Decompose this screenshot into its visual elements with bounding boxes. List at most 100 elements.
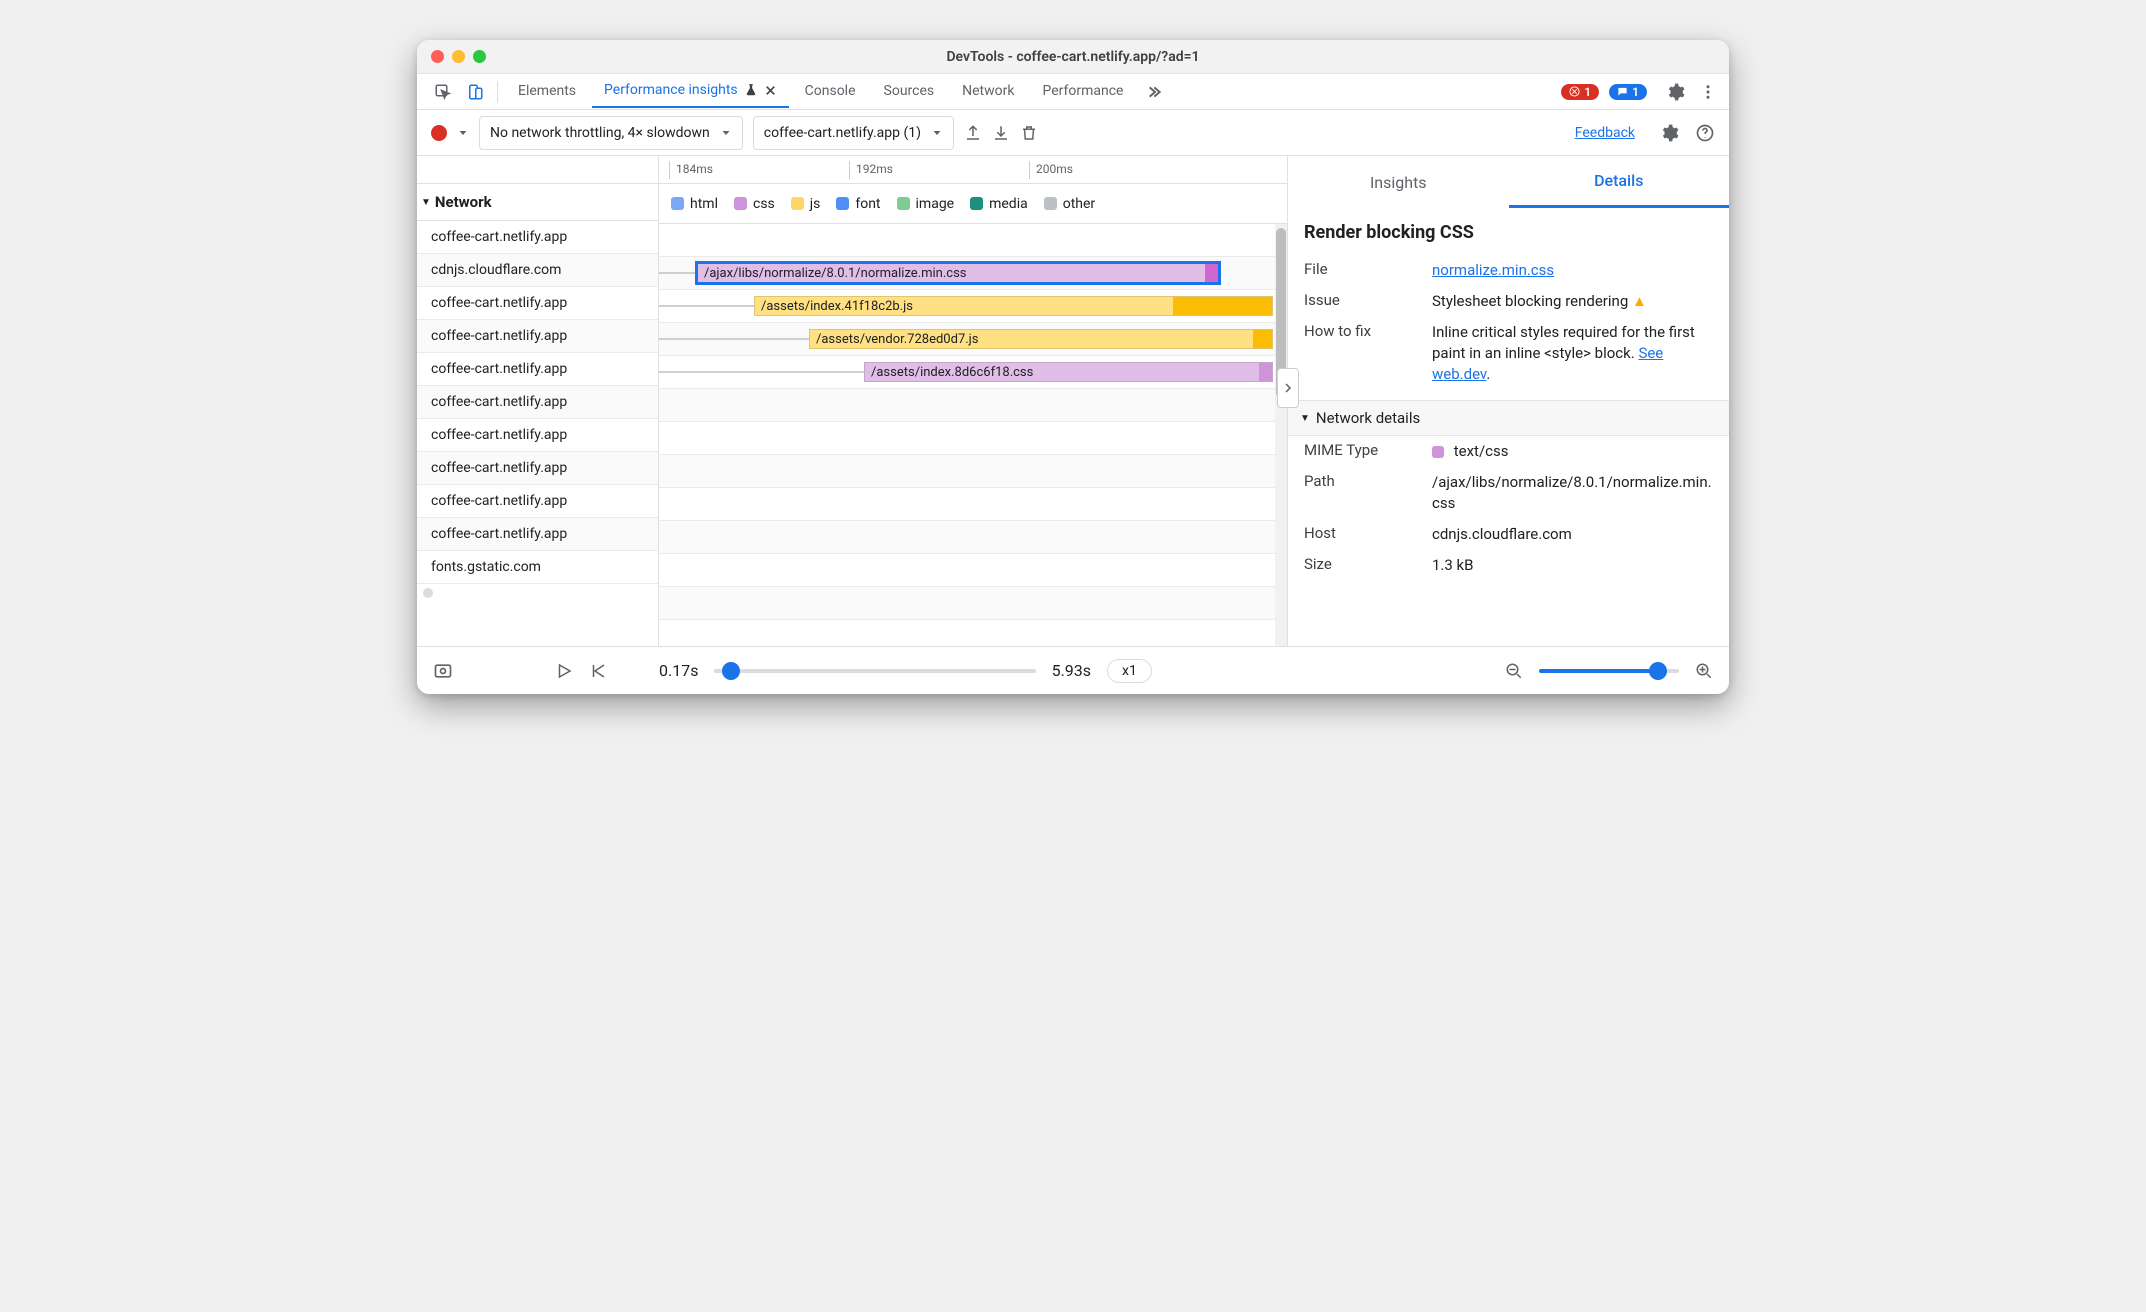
tab-sources[interactable]: Sources: [872, 76, 947, 107]
request-bar-js[interactable]: /assets/index.41f18c2b.js: [754, 296, 1273, 316]
kebab-menu-icon[interactable]: [1699, 83, 1717, 101]
detail-file-link[interactable]: normalize.min.css: [1432, 261, 1554, 279]
import-icon[interactable]: [992, 124, 1010, 142]
detail-row-host: Host cdnjs.cloudflare.com: [1288, 519, 1729, 550]
host-row[interactable]: coffee-cart.netlify.app: [417, 386, 658, 419]
swatch-image: [897, 197, 910, 210]
host-row[interactable]: fonts.gstatic.com: [417, 551, 658, 584]
feedback-link[interactable]: Feedback: [1575, 125, 1635, 141]
legend-item-css[interactable]: css: [734, 196, 775, 212]
request-bar-js[interactable]: /assets/vendor.728ed0d7.js: [809, 329, 1273, 349]
legend-item-font[interactable]: font: [836, 196, 880, 212]
vertical-scrollbar[interactable]: [1275, 224, 1287, 646]
minimize-traffic-light[interactable]: [452, 50, 465, 63]
track-row[interactable]: [659, 554, 1287, 587]
detail-row-issue: Issue Stylesheet blocking rendering ▲: [1288, 286, 1729, 317]
track-row[interactable]: [659, 224, 1287, 257]
inspect-element-icon[interactable]: [429, 78, 457, 106]
legend-label: image: [916, 196, 955, 212]
playback-slider[interactable]: [714, 669, 1035, 673]
wait-segment: [659, 338, 809, 340]
time-ruler[interactable]: 184ms 192ms 200ms: [659, 156, 1287, 184]
host-row[interactable]: coffee-cart.netlify.app: [417, 287, 658, 320]
legend-item-other[interactable]: other: [1044, 196, 1095, 212]
host-row[interactable]: cdnjs.cloudflare.com: [417, 254, 658, 287]
panel-settings-gear-icon[interactable]: [1659, 123, 1679, 143]
tab-network[interactable]: Network: [950, 76, 1026, 107]
track-row[interactable]: /assets/vendor.728ed0d7.js: [659, 323, 1287, 356]
track-row[interactable]: [659, 587, 1287, 620]
error-count-value: 1: [1584, 85, 1591, 99]
tab-console[interactable]: Console: [793, 76, 868, 107]
message-count-badge[interactable]: 1: [1609, 84, 1647, 100]
request-path: /assets/vendor.728ed0d7.js: [816, 332, 979, 347]
detail-value: 1.3 kB: [1432, 555, 1713, 576]
zoom-slider[interactable]: [1539, 669, 1679, 673]
track-row[interactable]: /assets/index.8d6c6f18.css: [659, 356, 1287, 389]
rewind-icon[interactable]: [589, 662, 607, 680]
help-icon[interactable]: [1695, 123, 1715, 143]
close-traffic-light[interactable]: [431, 50, 444, 63]
network-section-header[interactable]: ▼Network: [417, 184, 658, 221]
track-row[interactable]: [659, 521, 1287, 554]
export-icon[interactable]: [964, 124, 982, 142]
zoom-traffic-light[interactable]: [473, 50, 486, 63]
track-row[interactable]: [659, 455, 1287, 488]
throttling-dropdown[interactable]: No network throttling, 4× slowdown: [479, 116, 743, 150]
zoom-out-icon[interactable]: [1505, 662, 1523, 680]
play-icon[interactable]: [555, 662, 573, 680]
track-row[interactable]: [659, 422, 1287, 455]
swatch-html: [671, 197, 684, 210]
track-row[interactable]: /assets/index.41f18c2b.js: [659, 290, 1287, 323]
track-row[interactable]: [659, 488, 1287, 521]
target-dropdown[interactable]: coffee-cart.netlify.app (1): [753, 116, 954, 150]
legend-label: font: [855, 196, 880, 212]
host-row[interactable]: coffee-cart.netlify.app: [417, 452, 658, 485]
record-button[interactable]: [431, 125, 447, 141]
window-title: DevTools - coffee-cart.netlify.app/?ad=1: [946, 49, 1199, 65]
bar-cap: [1259, 362, 1273, 382]
trash-icon[interactable]: [1020, 124, 1038, 142]
more-tabs-icon[interactable]: [1139, 84, 1167, 100]
legend-label: css: [753, 196, 775, 212]
slider-knob[interactable]: [722, 662, 740, 680]
host-row[interactable]: coffee-cart.netlify.app: [417, 485, 658, 518]
expand-details-icon[interactable]: [1277, 368, 1299, 408]
legend-item-html[interactable]: html: [671, 196, 718, 212]
network-details-section-header[interactable]: ▼Network details: [1288, 400, 1729, 436]
track-row[interactable]: [659, 389, 1287, 422]
legend-item-image[interactable]: image: [897, 196, 955, 212]
detail-key: Size: [1304, 555, 1414, 573]
host-row[interactable]: coffee-cart.netlify.app: [417, 221, 658, 254]
device-toolbar-icon[interactable]: [461, 78, 489, 106]
host-row[interactable]: coffee-cart.netlify.app: [417, 419, 658, 452]
request-bar-css[interactable]: /assets/index.8d6c6f18.css: [864, 362, 1273, 382]
error-count-badge[interactable]: 1: [1561, 84, 1599, 100]
close-tab-icon[interactable]: [764, 84, 777, 97]
screenshot-toggle-icon[interactable]: [433, 661, 453, 681]
tab-performance-insights[interactable]: Performance insights: [592, 75, 789, 108]
playback-speed-pill[interactable]: x1: [1107, 659, 1152, 683]
host-row[interactable]: coffee-cart.netlify.app: [417, 320, 658, 353]
record-options-chevron-icon[interactable]: [457, 127, 469, 139]
legend-item-js[interactable]: js: [791, 196, 821, 212]
host-row[interactable]: coffee-cart.netlify.app: [417, 353, 658, 386]
settings-gear-icon[interactable]: [1665, 82, 1685, 102]
wait-segment: [659, 272, 697, 274]
request-bar-css[interactable]: /ajax/libs/normalize/8.0.1/normalize.min…: [697, 263, 1219, 283]
track-row[interactable]: /ajax/libs/normalize/8.0.1/normalize.min…: [659, 257, 1287, 290]
details-scroll[interactable]: Render blocking CSS File normalize.min.c…: [1288, 208, 1729, 646]
zoom-in-icon[interactable]: [1695, 662, 1713, 680]
detail-row-path: Path /ajax/libs/normalize/8.0.1/normaliz…: [1288, 467, 1729, 519]
host-label: coffee-cart.netlify.app: [431, 526, 567, 542]
detail-key: File: [1304, 260, 1414, 278]
host-row[interactable]: coffee-cart.netlify.app: [417, 518, 658, 551]
tab-elements[interactable]: Elements: [506, 76, 588, 107]
tab-insights[interactable]: Insights: [1288, 156, 1509, 208]
tab-performance[interactable]: Performance: [1030, 76, 1135, 107]
tracks-viewport[interactable]: /ajax/libs/normalize/8.0.1/normalize.min…: [659, 224, 1287, 646]
legend-item-media[interactable]: media: [970, 196, 1028, 212]
throttling-value: No network throttling, 4× slowdown: [490, 125, 710, 141]
tab-details[interactable]: Details: [1509, 156, 1730, 208]
slider-knob[interactable]: [1649, 662, 1667, 680]
